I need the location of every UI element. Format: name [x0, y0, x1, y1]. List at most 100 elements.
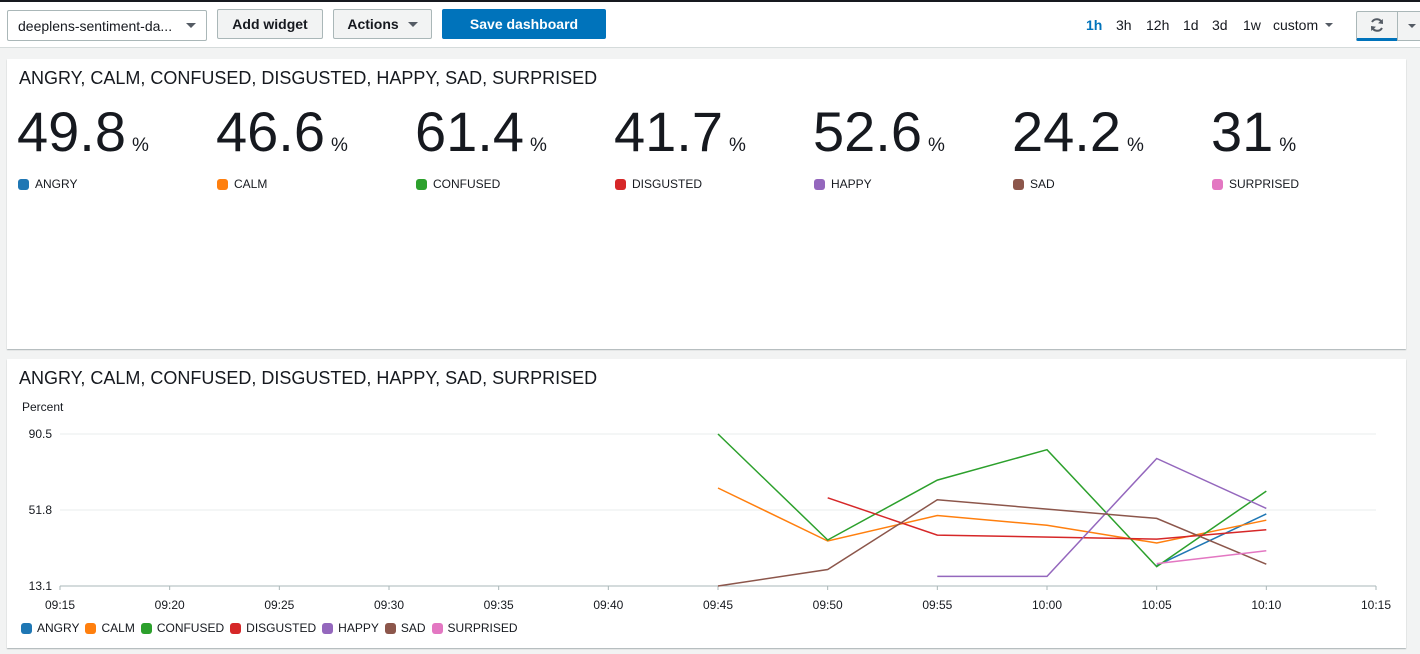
y-tick-label: 13.1	[29, 579, 53, 593]
x-tick-label: 10:10	[1251, 598, 1281, 612]
legend-label: ANGRY	[37, 621, 80, 635]
add-widget-button[interactable]: Add widget	[217, 9, 323, 39]
metric-value: 41.7	[614, 100, 723, 163]
x-tick-label: 09:55	[922, 598, 952, 612]
metric-unit: %	[530, 135, 547, 156]
x-tick-label: 09:15	[45, 598, 75, 612]
x-tick-label: 10:00	[1032, 598, 1062, 612]
metric-label: ANGRY	[35, 177, 78, 191]
legend-label: HAPPY	[338, 621, 379, 635]
series-line-calm	[717, 487, 1267, 544]
legend-item-confused[interactable]: CONFUSED	[140, 621, 225, 635]
x-tick-label: 09:20	[155, 598, 185, 612]
x-tick-label: 09:35	[484, 598, 514, 612]
range-12h[interactable]: 12h	[1146, 17, 1169, 33]
legend-swatch	[18, 178, 29, 190]
metric-legend: SAD	[1013, 177, 1055, 191]
metric-legend: CALM	[217, 177, 267, 191]
save-dashboard-button[interactable]: Save dashboard	[442, 9, 606, 39]
metric-value: 24.2	[1012, 100, 1121, 163]
y-tick-label: 51.8	[29, 503, 53, 517]
metric-legend: ANGRY	[18, 177, 77, 191]
x-tick-label: 09:25	[264, 598, 294, 612]
range-custom[interactable]: custom	[1273, 17, 1334, 33]
range-1w[interactable]: 1w	[1243, 17, 1261, 33]
metric-happy: 52.6% HAPPY	[813, 99, 1003, 191]
series-line-happy	[937, 457, 1267, 578]
actions-button[interactable]: Actions	[333, 9, 432, 39]
legend-label: CALM	[101, 621, 135, 635]
range-3d[interactable]: 3d	[1212, 17, 1228, 33]
metric-label: CALM	[234, 177, 268, 191]
x-tick-label: 09:40	[593, 598, 623, 612]
metric-angry: 49.8% ANGRY	[17, 99, 207, 191]
series-line-confused	[717, 433, 1267, 568]
legend-label: SURPRISED	[447, 621, 518, 635]
metric-legend: CONFUSED	[416, 177, 500, 191]
refresh-button[interactable]	[1356, 11, 1398, 41]
metric-legend: SURPRISED	[1212, 177, 1299, 191]
chevron-down-icon	[407, 21, 418, 27]
legend-item-happy[interactable]: HAPPY	[322, 621, 379, 635]
line-widget: ANGRY, CALM, CONFUSED, DISGUSTED, HAPPY,…	[7, 359, 1406, 648]
metric-calm: 46.6% CALM	[216, 99, 406, 191]
legend-item-surprised[interactable]: SURPRISED	[431, 621, 518, 635]
metric-unit: %	[1279, 135, 1297, 156]
x-tick-label: 09:45	[703, 598, 733, 612]
metric-unit: %	[1127, 135, 1144, 156]
legend-swatch	[217, 178, 228, 190]
metric-value: 31	[1211, 100, 1274, 163]
metric-label: CONFUSED	[433, 177, 501, 191]
metric-label: DISGUSTED	[632, 177, 703, 191]
legend-swatch	[416, 178, 427, 190]
actions-label: Actions	[347, 16, 399, 32]
x-tick-label: 09:50	[813, 598, 843, 612]
legend-swatch	[431, 622, 443, 634]
metric-value: 49.8	[17, 100, 126, 163]
chevron-down-icon	[1408, 24, 1416, 28]
refresh-options-button[interactable]	[1397, 11, 1420, 41]
legend-item-sad[interactable]: SAD	[384, 621, 426, 635]
legend-item-calm[interactable]: CALM	[85, 621, 135, 635]
dashboard-select-label: deeplens-sentiment-da...	[18, 17, 173, 34]
line-chart: Percent 90.5 51.8 13.1 09:15 09:20 09:25 09:30 0…	[22, 400, 1391, 612]
chevron-down-icon	[186, 23, 196, 28]
legend-swatch	[21, 622, 32, 634]
legend-swatch	[230, 622, 242, 634]
legend-item-disgusted[interactable]: DISGUSTED	[230, 621, 316, 635]
add-widget-label: Add widget	[232, 16, 308, 32]
metric-unit: %	[331, 135, 348, 156]
metric-value: 61.4	[415, 100, 524, 163]
metric-confused: 61.4% CONFUSED	[415, 99, 605, 191]
chart-legend: ANGRY CALM CONFUSED DISGUSTED HAPPY SAD SURPRI…	[21, 621, 524, 635]
legend-swatch	[322, 622, 334, 634]
legend-swatch	[814, 178, 825, 190]
legend-swatch	[1013, 178, 1024, 190]
metric-label: HAPPY	[831, 177, 872, 191]
metric-legend: HAPPY	[814, 177, 872, 191]
range-1h[interactable]: 1h	[1086, 17, 1102, 33]
range-3h[interactable]: 3h	[1116, 17, 1132, 33]
legend-item-angry[interactable]: ANGRY	[21, 621, 79, 635]
metric-legend: DISGUSTED	[615, 177, 702, 191]
x-tick-label: 10:05	[1142, 598, 1172, 612]
legend-swatch	[140, 622, 152, 634]
dashboard-select[interactable]: deeplens-sentiment-da...	[7, 10, 207, 41]
metric-value: 52.6	[813, 100, 922, 163]
save-dashboard-label: Save dashboard	[469, 16, 579, 32]
number-widget: ANGRY, CALM, CONFUSED, DISGUSTED, HAPPY,…	[7, 59, 1406, 349]
legend-label: CONFUSED	[156, 621, 225, 635]
range-custom-label: custom	[1273, 17, 1319, 33]
metric-unit: %	[132, 135, 149, 156]
legend-swatch	[615, 178, 626, 190]
legend-label: DISGUSTED	[246, 621, 317, 635]
metric-sad: 24.2% SAD	[1012, 99, 1202, 191]
legend-swatch	[384, 622, 396, 634]
range-1d[interactable]: 1d	[1183, 17, 1199, 33]
legend-swatch	[85, 622, 97, 634]
metric-disgusted: 41.7% DISGUSTED	[614, 99, 804, 191]
y-axis-label: Percent	[22, 400, 64, 414]
x-tick-label: 10:15	[1361, 598, 1391, 612]
dashboard-toolbar: deeplens-sentiment-da... Add widget Acti…	[0, 0, 1420, 48]
metric-unit: %	[928, 135, 945, 156]
